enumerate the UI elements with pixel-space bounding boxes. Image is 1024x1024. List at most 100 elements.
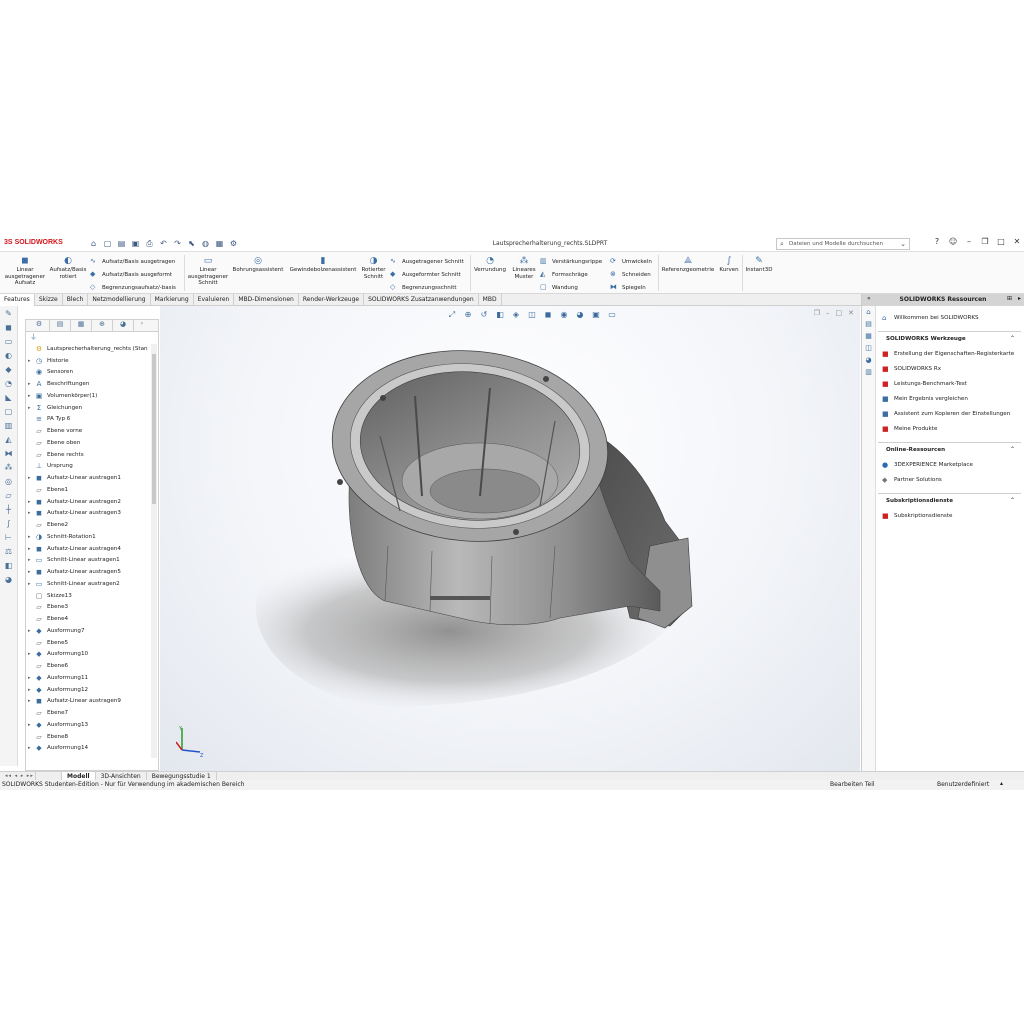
home-icon[interactable]: ⌂ xyxy=(88,238,99,249)
appearance-tool-icon[interactable]: ◕ xyxy=(3,575,15,586)
tree-node[interactable]: ▱ Ebene2 xyxy=(26,519,158,531)
file-props-icon[interactable]: ▦ xyxy=(214,238,225,249)
tab-sketch[interactable]: Skizze xyxy=(35,294,63,306)
dimxpert-tab-icon[interactable]: ⊕ xyxy=(92,320,113,331)
maximize-icon[interactable]: □ xyxy=(996,237,1006,246)
tree-node[interactable]: ▸ ◆ Ausformung10 xyxy=(26,649,158,661)
online-section-header[interactable]: Online-Ressourcen ⌃ xyxy=(878,442,1021,455)
part-model[interactable] xyxy=(160,306,860,771)
wrap-button[interactable]: ⟳ Umwickeln xyxy=(610,257,652,265)
tab-sheet-metal[interactable]: Blech xyxy=(63,294,89,306)
display-manager-tab-icon[interactable]: ◕ xyxy=(113,320,134,331)
tab-3d-views[interactable]: 3D-Ansichten xyxy=(96,772,147,780)
thread-wizard-button[interactable]: ▮ Gewindebolzenassistent xyxy=(287,256,359,274)
extrude-tool-icon[interactable]: ◼ xyxy=(3,323,15,334)
tree-node[interactable]: ▸ ◷ Historie xyxy=(26,355,158,367)
tree-node[interactable]: ▸ A Beschriftungen xyxy=(26,378,158,390)
appearances-tab-icon[interactable]: ◕ xyxy=(864,356,874,366)
custom-props-tab-icon[interactable]: ▥ xyxy=(864,368,874,378)
curves-button[interactable]: ∫ Kurven xyxy=(716,256,742,274)
swept-boss-button[interactable]: ∿ Aufsatz/Basis ausgetragen xyxy=(90,257,175,265)
search-options-icon[interactable]: ⌄ xyxy=(900,240,906,248)
boundary-boss-button[interactable]: ◇ Begrenzungsaufsatz/-basis xyxy=(90,283,176,291)
tree-node[interactable]: ⊥ Ursprung xyxy=(26,461,158,473)
rebuild-icon[interactable]: ◍ xyxy=(200,238,211,249)
tab-mbd-dimensions[interactable]: MBD-Dimensionen xyxy=(234,294,299,306)
tool-link[interactable]: ■ Leistungs-Benchmark-Test xyxy=(878,376,1024,391)
sketch-tool-icon[interactable]: ✎ xyxy=(3,309,15,320)
fillet-button[interactable]: ◔ Verrundung xyxy=(472,256,508,274)
welcome-link[interactable]: ⌂ Willkommen bei SOLIDWORKS xyxy=(878,310,1024,325)
curve-tool-icon[interactable]: ∫ xyxy=(3,519,15,530)
fillet-tool-icon[interactable]: ◔ xyxy=(3,379,15,390)
lofted-cut-button[interactable]: ◆ Ausgeformter Schnitt xyxy=(390,270,461,278)
pin-icon[interactable]: ⊞ xyxy=(1007,295,1012,302)
scrollbar-thumb[interactable] xyxy=(152,354,156,504)
tree-node[interactable]: ▸ ◼ Aufsatz-Linear austragen4 xyxy=(26,543,158,555)
measure-tool-icon[interactable]: ⊢ xyxy=(3,533,15,544)
more-tabs-icon[interactable]: › xyxy=(134,320,150,331)
task-pane-close-icon[interactable]: ▸ xyxy=(1018,295,1021,302)
tree-node[interactable]: ▸ ◆ Ausformung11 xyxy=(26,672,158,684)
account-icon[interactable]: ☺ xyxy=(948,237,958,246)
linear-pattern-button[interactable]: ⁂ Lineares Muster xyxy=(509,256,539,280)
tab-markup[interactable]: Markierung xyxy=(151,294,194,306)
tree-node[interactable]: ▸ ◆ Ausformung14 xyxy=(26,743,158,755)
revolved-boss-button[interactable]: ◐ Aufsatz/Basis rotiert xyxy=(48,256,88,280)
tree-node[interactable]: ▸ ◆ Ausformung13 xyxy=(26,719,158,731)
tree-node[interactable]: ▱ Ebene1 xyxy=(26,484,158,496)
collapse-icon[interactable]: ⌃ xyxy=(1010,446,1015,453)
tree-node[interactable]: ▱ Ebene rechts xyxy=(26,449,158,461)
tree-node[interactable]: ▱ Ebene vorne xyxy=(26,425,158,437)
tree-node[interactable]: ◉ Sensoren xyxy=(26,367,158,379)
tab-navigation-arrows[interactable]: ◂◂ ◂ ▸ ▸▸ xyxy=(0,772,36,780)
subscription-section-header[interactable]: Subskriptionsdienste ⌃ xyxy=(878,493,1021,506)
tool-link[interactable]: ■ Meine Produkte xyxy=(878,421,1024,436)
tab-render-tools[interactable]: Render-Werkzeuge xyxy=(299,294,365,306)
design-library-tab-icon[interactable]: ▤ xyxy=(864,320,874,330)
tree-node[interactable]: ▱ Ebene5 xyxy=(26,637,158,649)
rib-button[interactable]: ▥ Verstärkungsrippe xyxy=(540,257,602,265)
tab-evaluate[interactable]: Evaluieren xyxy=(194,294,235,306)
file-explorer-tab-icon[interactable]: ▦ xyxy=(864,332,874,342)
tab-model[interactable]: Modell xyxy=(62,772,96,780)
feature-tree-tab-icon[interactable]: ⚙ xyxy=(29,320,50,331)
tab-mbd[interactable]: MBD xyxy=(479,294,502,306)
tree-node[interactable]: ▱ Ebene8 xyxy=(26,731,158,743)
tree-node[interactable]: ▸ ◼ Aufsatz-Linear austragen1 xyxy=(26,472,158,484)
open-icon[interactable]: ▤ xyxy=(116,238,127,249)
reference-geometry-button[interactable]: ⟁ Referenzgeometrie xyxy=(660,256,716,274)
tool-link[interactable]: ■ Erstellung der Eigenschaften-Registerka… xyxy=(878,346,1024,361)
tree-node[interactable]: ≡ PA Typ 6 xyxy=(26,414,158,426)
chamfer-tool-icon[interactable]: ◣ xyxy=(3,393,15,404)
tree-node[interactable]: ▱ Ebene3 xyxy=(26,602,158,614)
tool-link[interactable]: ■ Mein Ergebnis vergleichen xyxy=(878,391,1024,406)
boundary-cut-button[interactable]: ◇ Begrenzungsschnitt xyxy=(390,283,457,291)
tree-node[interactable]: ▸ ◼ Aufsatz-Linear austragen9 xyxy=(26,696,158,708)
collapse-icon[interactable]: ⌃ xyxy=(1010,335,1015,342)
status-units[interactable]: Benutzerdefiniert xyxy=(937,781,989,788)
undo-icon[interactable]: ↶ xyxy=(158,238,169,249)
graphics-area[interactable]: ⤢ ⊕ ↺ ◧ ◈ ◫ ◼ ◉ ◕ ▣ ▭ ❐ – □ ✕ Y Z xyxy=(160,306,860,771)
close-icon[interactable]: ✕ xyxy=(1012,237,1022,246)
draft-button[interactable]: ◭ Formschräge xyxy=(540,270,588,278)
tool-link[interactable]: ■ Assistent zum Kopieren der Einstellunge… xyxy=(878,406,1024,421)
tool-link[interactable]: ■ SOLIDWORKS Rx xyxy=(878,361,1024,376)
restore-icon[interactable]: ❐ xyxy=(980,237,990,246)
tab-mesh-modeling[interactable]: Netzmodellierung xyxy=(88,294,151,306)
revolve-tool-icon[interactable]: ◐ xyxy=(3,351,15,362)
mirror-tool-icon[interactable]: ⧓ xyxy=(3,449,15,460)
lofted-boss-button[interactable]: ◆ Aufsatz/Basis ausgeformt xyxy=(90,270,172,278)
online-link[interactable]: ◆ Partner Solutions xyxy=(878,472,1024,487)
axis-tool-icon[interactable]: ┼ xyxy=(3,505,15,516)
tree-node[interactable]: ▸ ◼ Aufsatz-Linear austragen5 xyxy=(26,566,158,578)
view-palette-tab-icon[interactable]: ◫ xyxy=(864,344,874,354)
new-icon[interactable]: ▢ xyxy=(102,238,113,249)
intersect-button[interactable]: ⊗ Schneiden xyxy=(610,270,651,278)
help-icon[interactable]: ? xyxy=(932,237,942,246)
tree-node[interactable]: ▱ Ebene6 xyxy=(26,660,158,672)
configuration-tab-icon[interactable]: ▦ xyxy=(71,320,92,331)
tree-node[interactable]: ▱ Ebene4 xyxy=(26,613,158,625)
units-dropdown-icon[interactable]: ▴ xyxy=(1000,780,1003,787)
hole-tool-icon[interactable]: ◎ xyxy=(3,477,15,488)
